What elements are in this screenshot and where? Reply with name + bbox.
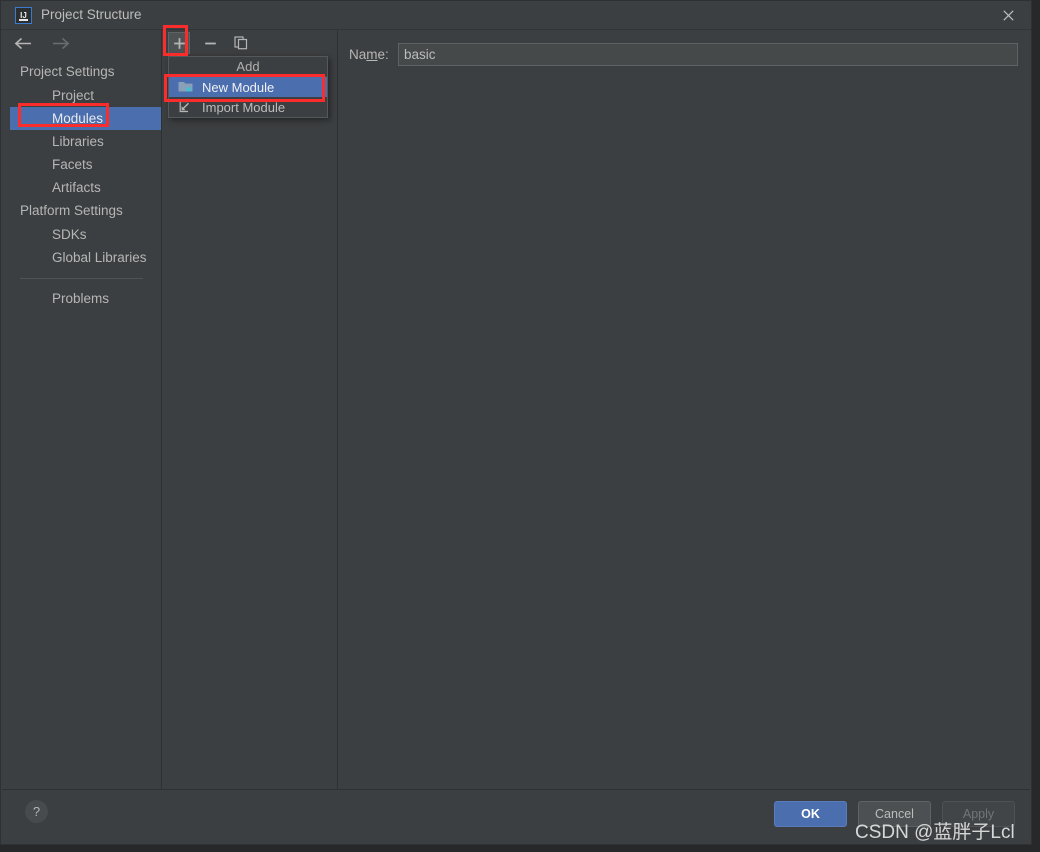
sidebar-item-project[interactable]: Project <box>10 84 161 107</box>
copy-module-button[interactable] <box>230 32 252 54</box>
sidebar-item-sdks[interactable]: SDKs <box>10 223 161 246</box>
menu-item-import-module[interactable]: Import Module <box>169 97 327 117</box>
settings-sidebar: Project Settings Project Modules Librari… <box>2 30 162 789</box>
sidebar-item-global-libraries[interactable]: Global Libraries <box>10 246 161 269</box>
sidebar-item-facets[interactable]: Facets <box>10 153 161 176</box>
add-module-button[interactable] <box>168 32 190 54</box>
sidebar-item-modules[interactable]: Modules <box>10 107 161 130</box>
arrow-left-icon[interactable] <box>14 37 33 50</box>
title-bar: IJ Project Structure <box>1 1 1031 30</box>
modules-list-panel <box>162 30 338 789</box>
remove-module-button[interactable] <box>199 32 221 54</box>
close-icon[interactable] <box>985 1 1031 29</box>
add-popup-menu: Add New Module Import Module <box>168 56 328 118</box>
settings-nav-list: Project Settings Project Modules Librari… <box>2 60 161 310</box>
arrow-right-icon[interactable] <box>51 37 70 50</box>
intellij-idea-icon: IJ <box>15 7 32 24</box>
menu-item-new-module[interactable]: New Module <box>169 77 327 97</box>
window-title: Project Structure <box>41 7 142 22</box>
csdn-watermark: CSDN @蓝胖子Lcl <box>855 822 1015 843</box>
popup-menu-title: Add <box>169 57 327 77</box>
sidebar-item-artifacts[interactable]: Artifacts <box>10 176 161 199</box>
menu-item-label: Import Module <box>202 99 286 115</box>
sidebar-divider <box>20 278 143 279</box>
ok-button[interactable]: OK <box>774 801 847 827</box>
project-structure-dialog: IJ Project Structure Project Settings Pr… <box>0 0 1032 845</box>
sidebar-item-libraries[interactable]: Libraries <box>10 130 161 153</box>
module-folder-icon <box>178 80 193 94</box>
module-settings-panel: Name: <box>338 30 1031 789</box>
modules-toolbar <box>162 30 343 56</box>
nav-group-platform-settings: Platform Settings <box>20 203 123 218</box>
import-arrow-icon <box>178 100 193 114</box>
nav-group-project-settings: Project Settings <box>20 64 115 79</box>
menu-item-label: New Module <box>202 79 275 95</box>
navigation-buttons <box>2 30 173 56</box>
name-label: Name: <box>349 46 389 62</box>
module-name-input[interactable] <box>398 42 1018 66</box>
sidebar-item-problems[interactable]: Problems <box>10 287 161 310</box>
module-name-row: Name: <box>338 42 1031 66</box>
question-mark-icon[interactable]: ? <box>25 800 48 823</box>
